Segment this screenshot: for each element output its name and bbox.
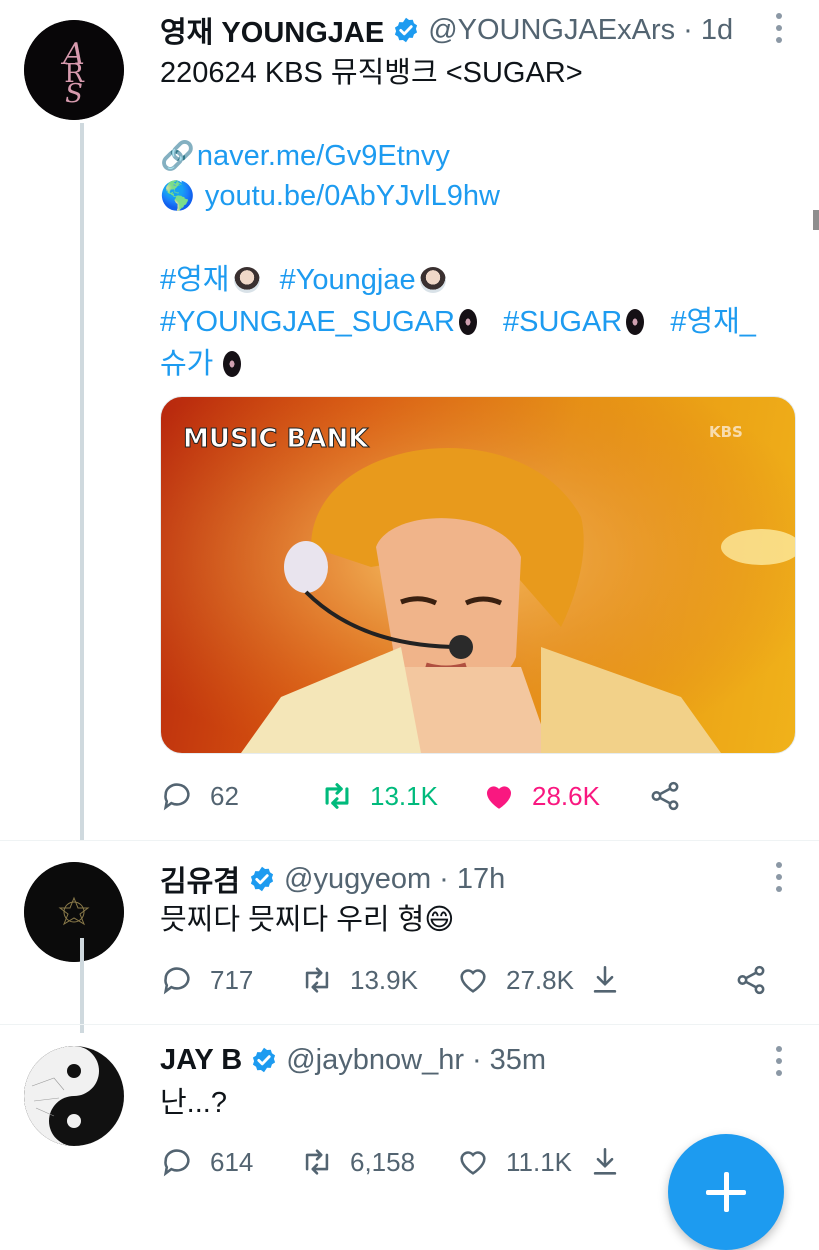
reply-icon	[163, 783, 190, 811]
retweet-count: 13.1K	[370, 780, 438, 811]
more-icon[interactable]	[775, 862, 783, 892]
reply-button[interactable]: 614	[160, 1145, 300, 1179]
timestamp[interactable]: 17h	[457, 863, 505, 896]
retweet-icon	[325, 783, 349, 809]
avatar-jayb[interactable]	[24, 1046, 124, 1146]
reply-text: 난...?	[160, 1087, 227, 1119]
handle[interactable]: @yugyeom	[284, 863, 431, 896]
timestamp[interactable]: 35m	[490, 1044, 546, 1077]
reply-header: 김유겸 @yugyeom · 17h	[160, 859, 505, 899]
retweet-button[interactable]: 6,158	[300, 1145, 456, 1179]
like-button[interactable]: 27.8K	[456, 963, 588, 997]
verified-badge-icon	[395, 17, 418, 43]
verified-badge-icon	[250, 866, 274, 892]
hashtag-row-2: #YOUNGJAE_SUGAR #SUGAR #영재_	[160, 300, 756, 344]
compose-button[interactable]	[668, 1134, 784, 1250]
verified-badge-icon	[253, 1047, 276, 1073]
reply-text: 믓찌다 믓찌다 우리 형😄	[160, 904, 455, 936]
thread-line	[80, 938, 84, 1033]
share-icon	[737, 965, 765, 995]
reply-button[interactable]: 62	[160, 779, 320, 813]
retweet-button[interactable]: 13.9K	[300, 963, 456, 997]
kbs-watermark: KBS	[709, 423, 743, 441]
hashtag[interactable]: #영재	[160, 264, 230, 296]
hashtag[interactable]: #YOUNGJAE_SUGAR	[160, 306, 455, 338]
compose-icon	[724, 1172, 729, 1212]
like-count: 11.1K	[506, 1146, 573, 1177]
hashtag[interactable]: #영재_	[670, 306, 756, 338]
display-name[interactable]: 영재 YOUNGJAE	[160, 9, 384, 51]
tweet-text-line: 220624 KBS 뮤직뱅크 <SUGAR>	[160, 57, 583, 89]
share-icon	[651, 781, 679, 811]
download-icon	[593, 1147, 617, 1175]
thread-line	[80, 123, 84, 840]
like-button[interactable]: 11.1K	[456, 1145, 588, 1179]
link-naver[interactable]: 🔗 naver.me/Gv9Etnvy	[160, 138, 450, 174]
avatar-yugyeom[interactable]	[24, 862, 124, 962]
svg-text:S: S	[65, 79, 83, 109]
like-icon	[486, 786, 512, 809]
face-emoji-icon	[233, 267, 260, 293]
like-icon	[460, 1151, 486, 1175]
retweet-icon	[305, 967, 329, 993]
display-name[interactable]: JAY B	[160, 1044, 242, 1077]
display-name[interactable]: 김유겸	[160, 858, 240, 900]
link-youtube[interactable]: 🌎 youtu.be/0AbYJvlL9hw	[160, 178, 500, 214]
separator-dot: ·	[683, 13, 693, 46]
hashtag-row-3: 슈가	[160, 342, 247, 386]
separator-dot: ·	[472, 1043, 482, 1076]
divider	[0, 1024, 819, 1025]
ars-emoji-icon	[626, 309, 645, 335]
link-icon: 🔗	[160, 140, 195, 171]
download-button[interactable]	[588, 1145, 622, 1179]
reply-icon	[163, 1149, 190, 1177]
share-button[interactable]	[734, 963, 768, 997]
like-icon	[460, 969, 486, 993]
retweet-icon	[305, 1149, 329, 1175]
more-icon[interactable]	[775, 13, 783, 43]
reply-actions: 614 6,158 11.1K	[160, 1142, 622, 1182]
ars-emoji-icon	[223, 351, 242, 377]
scrollbar-thumb[interactable]	[813, 210, 819, 230]
like-button[interactable]: 28.6K	[482, 779, 648, 813]
like-count: 28.6K	[532, 780, 600, 811]
reply-header: JAY B @jaybnow_hr · 35m	[160, 1040, 546, 1080]
reply-icon	[163, 967, 190, 995]
handle[interactable]: @YOUNGJAExArs	[428, 14, 675, 47]
separator-dot: ·	[439, 862, 449, 895]
reply-count: 62	[210, 780, 239, 811]
retweet-count: 6,158	[350, 1146, 416, 1177]
ars-emoji-icon	[458, 309, 477, 335]
reply-count: 717	[210, 964, 254, 995]
music-bank-logo: MUSIC BANK	[183, 424, 369, 454]
tweet-header: 영재 YOUNGJAE @YOUNGJAExArs · 1d	[160, 10, 733, 50]
share-button[interactable]	[648, 779, 682, 813]
hashtag-row-1: #영재 #Youngjae	[160, 258, 452, 302]
reply-count: 614	[210, 1146, 254, 1177]
download-icon	[593, 965, 617, 993]
hashtag[interactable]: #Youngjae	[280, 264, 416, 296]
link-youtube-text[interactable]: youtu.be/0AbYJvlL9hw	[205, 178, 500, 214]
download-button[interactable]	[588, 963, 734, 997]
tweet-media-video[interactable]: MUSIC BANK KBS	[160, 396, 796, 754]
like-count: 27.8K	[506, 964, 574, 995]
handle[interactable]: @jaybnow_hr	[286, 1044, 464, 1077]
reply-button[interactable]: 717	[160, 963, 300, 997]
avatar-youngjae[interactable]: A R S	[24, 20, 124, 120]
globe-icon: 🌎	[160, 180, 195, 211]
hashtag[interactable]: #SUGAR	[503, 306, 622, 338]
face-emoji-icon	[419, 267, 446, 293]
retweet-count: 13.9K	[350, 964, 418, 995]
performer-image: MUSIC BANK KBS	[161, 397, 795, 753]
divider	[0, 840, 819, 841]
more-icon[interactable]	[775, 1046, 783, 1076]
timestamp[interactable]: 1d	[701, 14, 733, 47]
tweet-actions: 62 13.1K 28.6K	[160, 776, 682, 816]
retweet-button[interactable]: 13.1K	[320, 779, 482, 813]
reply-actions: 717 13.9K 27.8K	[160, 960, 768, 1000]
hashtag[interactable]: 슈가	[160, 348, 213, 380]
link-naver-text[interactable]: naver.me/Gv9Etnvy	[197, 138, 450, 174]
